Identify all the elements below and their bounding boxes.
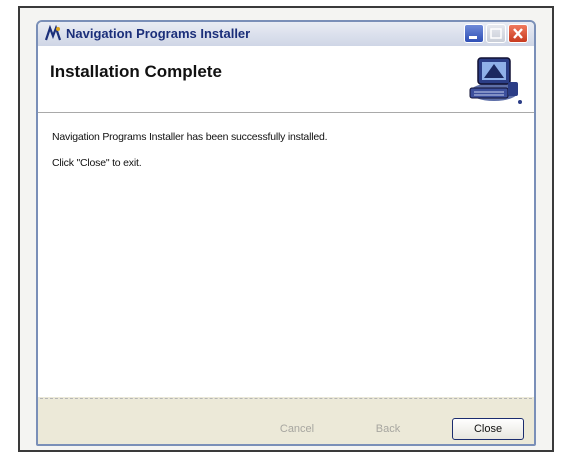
footer-divider (40, 398, 532, 399)
maximize-icon (490, 28, 502, 39)
app-logo-icon (44, 25, 62, 41)
cancel-button[interactable]: Cancel (262, 418, 332, 440)
exit-instruction: Click "Close" to exit. (52, 157, 142, 169)
computer-install-icon (469, 57, 522, 104)
minimize-button[interactable] (464, 24, 484, 43)
window-title: Navigation Programs Installer (66, 26, 251, 41)
close-button[interactable]: Close (452, 418, 524, 440)
wizard-header: Installation Complete (38, 46, 534, 113)
minimize-icon (469, 36, 477, 39)
close-window-button[interactable] (508, 24, 528, 43)
success-message: Navigation Programs Installer has been s… (52, 131, 328, 143)
wizard-body: Navigation Programs Installer has been s… (38, 113, 534, 397)
maximize-button[interactable] (486, 24, 506, 43)
page-title: Installation Complete (50, 62, 222, 81)
back-button[interactable]: Back (358, 418, 418, 440)
installer-window: Navigation Programs Installer Installati… (36, 20, 536, 446)
wizard-footer: Cancel Back Close (38, 400, 534, 444)
screenshot-frame: Navigation Programs Installer Installati… (18, 6, 554, 452)
close-icon (513, 28, 523, 39)
title-bar[interactable]: Navigation Programs Installer (38, 22, 534, 47)
